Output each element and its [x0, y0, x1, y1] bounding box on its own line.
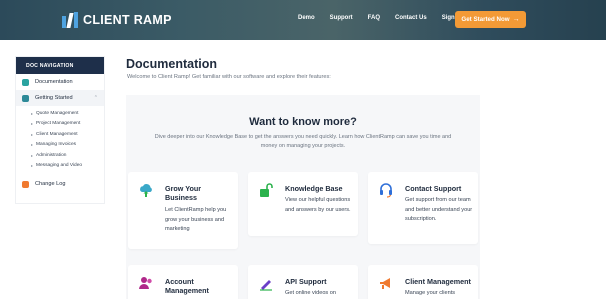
card-account-management[interactable]: Account Management: [128, 265, 238, 299]
nav-link-contact-us[interactable]: Contact Us: [395, 15, 427, 21]
sidebar-subitem-administration[interactable]: ▸ Administration: [31, 150, 104, 161]
rocket-icon: [22, 94, 29, 102]
card-client-management[interactable]: Client Management Manage your clients: [368, 265, 478, 299]
sidebar-heading: DOC NAVIGATION: [16, 57, 104, 74]
subitem-label: Administration: [36, 152, 67, 158]
chevron-up-icon[interactable]: ⌃: [94, 95, 98, 101]
nav-link-faq[interactable]: FAQ: [368, 15, 380, 21]
sidebar-subitem-messaging-and-video[interactable]: ▸ Messaging and Video: [31, 161, 104, 172]
bullet-icon: ▸: [31, 121, 34, 127]
sidebar-item-change-log[interactable]: Change Log: [16, 176, 104, 192]
nav-link-support[interactable]: Support: [330, 15, 353, 21]
card-title: Contact Support: [405, 184, 462, 193]
card-text: Get support from our team and better und…: [405, 197, 473, 223]
card-title: Knowledge Base: [285, 184, 343, 193]
subitem-label: Managing Invoices: [36, 142, 77, 148]
bullet-icon: ▸: [31, 131, 34, 137]
card-title: Grow Your Business: [165, 184, 202, 202]
top-nav: Demo Support FAQ Contact Us Sign In: [298, 15, 477, 21]
logo[interactable]: CLIENT RAMP: [62, 12, 172, 28]
bullet-icon: ▸: [31, 110, 34, 116]
cloud-growth-icon: [140, 184, 152, 197]
page-intro: Welcome to Client Ramp! Get familiar wit…: [127, 74, 331, 80]
card-text: Get online videos on: [285, 290, 336, 296]
get-started-label: Get Started Now: [461, 16, 510, 23]
card-contact-support[interactable]: Contact Support Get support from our tea…: [368, 172, 478, 244]
logo-mark-icon: [62, 12, 80, 28]
pencil-icon: [260, 280, 272, 291]
card-text: Manage your clients: [405, 290, 456, 296]
sidebar-item-documentation[interactable]: Documentation: [16, 74, 104, 90]
megaphone-icon: [380, 278, 390, 289]
sidebar-item-label: Change Log: [35, 181, 66, 187]
sidebar-subitem-project-management[interactable]: ▸ Project Management: [31, 119, 104, 130]
get-started-button[interactable]: Get Started Now →: [455, 11, 526, 28]
site-header: CLIENT RAMP Demo Support FAQ Contact Us …: [0, 0, 606, 40]
bullet-icon: ▸: [31, 152, 34, 158]
card-grow-your-business[interactable]: Grow Your Business Let ClientRamp help y…: [128, 172, 238, 249]
subitem-label: Project Management: [36, 121, 81, 127]
bullet-icon: ▸: [31, 163, 34, 169]
card-knowledge-base[interactable]: Knowledge Base View our helpful question…: [248, 172, 358, 236]
unlock-icon: [260, 183, 273, 197]
sidebar-item-getting-started[interactable]: Getting Started ⌃: [16, 90, 104, 106]
doc-navigation-sidebar: DOC NAVIGATION Documentation Getting Sta…: [15, 56, 105, 204]
card-title: Client Management: [405, 277, 471, 286]
logo-text: CLIENT RAMP: [83, 13, 172, 27]
page-title: Documentation: [126, 57, 217, 71]
card-api-support[interactable]: API Support Get online videos on: [248, 265, 358, 299]
knowledge-panel: Want to know more? Dive deeper into our …: [126, 95, 480, 299]
card-title: API Support: [285, 277, 327, 286]
changelog-icon: [22, 180, 29, 188]
card-title: Account Management: [165, 277, 209, 295]
users-icon: [139, 277, 152, 289]
subitem-label: Quote Management: [36, 110, 79, 116]
panel-title: Want to know more?: [249, 116, 357, 128]
panel-description: Dive deeper into our Knowledge Base to g…: [154, 134, 452, 149]
sidebar-item-label: Documentation: [35, 79, 73, 85]
bullet-icon: ▸: [31, 142, 34, 148]
sidebar-subitem-client-management[interactable]: ▸ Client Management: [31, 129, 104, 140]
arrow-right-icon: →: [512, 16, 520, 23]
card-text: View our helpful questions and answers b…: [285, 197, 351, 213]
nav-link-demo[interactable]: Demo: [298, 15, 315, 21]
getting-started-submenu: ▸ Quote Management ▸ Project Management ▸ C…: [16, 106, 104, 171]
subitem-label: Client Management: [36, 131, 78, 137]
sidebar-subitem-managing-invoices[interactable]: ▸ Managing Invoices: [31, 140, 104, 151]
headset-icon: [380, 183, 392, 198]
subitem-label: Messaging and Video: [36, 163, 83, 169]
sidebar-item-label: Getting Started: [35, 95, 73, 101]
card-text: Let ClientRamp help you grow your busine…: [165, 207, 227, 233]
sidebar-subitem-quote-management[interactable]: ▸ Quote Management: [31, 108, 104, 119]
document-icon: [22, 78, 29, 86]
